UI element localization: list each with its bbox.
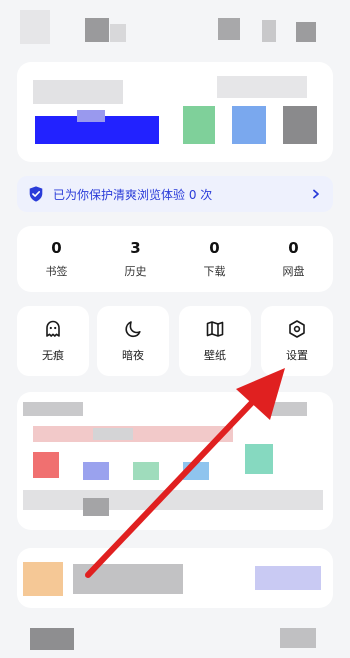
stat-label: 网盘 — [282, 265, 305, 278]
pixelated-account-card — [17, 62, 333, 162]
stat-label: 历史 — [124, 265, 147, 278]
tool-night-mode-button[interactable]: 暗夜 — [97, 306, 169, 376]
stat-bookmarks[interactable]: 0 书签 — [17, 226, 96, 292]
moon-icon — [125, 321, 141, 338]
stat-history[interactable]: 3 历史 — [96, 226, 175, 292]
pixelated-content-card — [17, 392, 333, 530]
tool-settings-button[interactable]: 设置 — [261, 306, 333, 376]
stat-cloud-drive[interactable]: 0 网盘 — [254, 226, 333, 292]
tool-label: 壁纸 — [204, 349, 226, 362]
stat-value: 0 — [51, 239, 62, 257]
stat-value: 3 — [130, 239, 141, 257]
tool-label: 设置 — [286, 349, 308, 362]
pixelated-list-card — [17, 548, 333, 608]
shield-check-icon — [29, 186, 43, 202]
tool-label: 暗夜 — [122, 349, 144, 362]
book-open-icon — [206, 321, 224, 337]
stat-label: 下载 — [203, 265, 226, 278]
stat-value: 0 — [288, 239, 299, 257]
gear-hexagon-icon — [289, 320, 305, 338]
ghost-icon — [46, 320, 60, 337]
stats-card: 0 书签 3 历史 0 下载 0 网盘 — [17, 226, 333, 292]
stat-downloads[interactable]: 0 下载 — [175, 226, 254, 292]
protection-banner[interactable]: 已为你保护清爽浏览体验 0 次 — [17, 176, 333, 212]
tool-wallpaper-button[interactable]: 壁纸 — [179, 306, 251, 376]
tool-incognito-button[interactable]: 无痕 — [17, 306, 89, 376]
tool-label: 无痕 — [42, 349, 64, 362]
chevron-right-icon — [313, 189, 319, 199]
stat-value: 0 — [209, 239, 220, 257]
stat-label: 书签 — [45, 265, 68, 278]
protection-banner-text: 已为你保护清爽浏览体验 0 次 — [53, 187, 213, 202]
